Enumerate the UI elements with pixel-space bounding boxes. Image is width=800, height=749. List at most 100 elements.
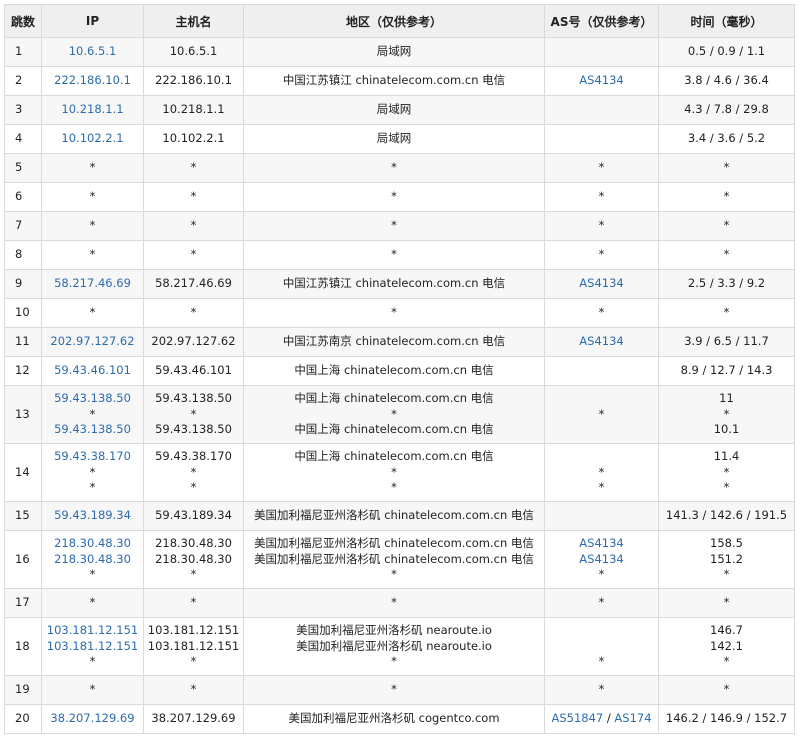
ip-cell: 202.97.127.62 — [41, 327, 144, 357]
region-text: * — [391, 247, 397, 262]
table-body: 1 10.6.5.1 10.6.5.1 局域网 0.5 / 0.9 / 1.1 2 222… — [4, 37, 795, 734]
hostname-text: * — [190, 406, 197, 421]
hop-number: 9 — [4, 269, 42, 299]
table-row: 3 10.218.1.1 10.218.1.1 局域网 4.3 / 7.8 / 29.… — [4, 95, 795, 125]
time-text: * — [723, 247, 730, 262]
region-text: 中国江苏南京 chinatelecom.com.cn 电信 — [282, 334, 506, 349]
asn-link[interactable]: AS174 — [614, 711, 651, 725]
table-row: 11 202.97.127.62 202.97.127.62 中国江苏南京 china… — [4, 327, 795, 357]
asn-text: * — [598, 218, 605, 233]
time-cell: 3.9 / 6.5 / 11.7 — [658, 327, 795, 357]
asn-line — [546, 639, 658, 655]
hostname-text: * — [190, 218, 197, 233]
ip-link[interactable]: 59.43.38.170 — [43, 449, 143, 465]
asn-cell: AS4134 — [544, 66, 659, 96]
ip-link[interactable]: 218.30.48.30 — [43, 536, 143, 552]
region-text: 中国上海 chinatelecom.com.cn 电信 — [294, 449, 494, 464]
time-text: * — [723, 406, 730, 421]
region-text: * — [391, 406, 397, 421]
ip-link[interactable]: 10.102.2.1 — [43, 131, 143, 147]
asn-cell — [544, 501, 659, 531]
hop-number: 8 — [4, 240, 42, 270]
ip-link[interactable]: 103.181.12.151 — [43, 639, 143, 655]
table-row: 18 103.181.12.151 103.181.12.151 * 103.181.1… — [4, 617, 795, 676]
hostname-cell: 59.43.38.170 * * — [143, 443, 244, 502]
asn-link[interactable]: AS4134 — [579, 276, 623, 290]
ip-link[interactable]: 202.97.127.62 — [43, 334, 143, 350]
ip-link[interactable]: 38.207.129.69 — [43, 711, 143, 727]
hostname-cell: * — [143, 182, 244, 212]
hostname-cell: 202.97.127.62 — [143, 327, 244, 357]
hostname-text: * — [190, 160, 197, 175]
region-cell: 中国江苏镇江 chinatelecom.com.cn 电信 — [243, 66, 545, 96]
time-cell: 11.4 * * — [658, 443, 795, 502]
ip-link[interactable]: 222.186.10.1 — [43, 73, 143, 89]
region-cell: 美国加利福尼亚州洛杉矶 chinatelecom.com.cn 电信 — [243, 501, 545, 531]
asn-line: * — [546, 682, 658, 698]
time-cell: 146.7 142.1 * — [658, 617, 795, 676]
time-text: 8.9 / 12.7 / 14.3 — [680, 363, 773, 378]
asn-line: * — [546, 189, 658, 205]
hostname-text: 38.207.129.69 — [151, 711, 236, 726]
time-text: * — [723, 480, 730, 495]
asn-link[interactable]: AS4134 — [579, 334, 623, 348]
ip-link[interactable]: 10.218.1.1 — [43, 102, 143, 118]
hostname-cell: * — [143, 240, 244, 270]
hop-number: 19 — [4, 675, 42, 705]
hostname-cell: * — [143, 153, 244, 183]
hostname-cell: * — [143, 588, 244, 618]
region-text: * — [391, 305, 397, 320]
ip-cell: * — [41, 153, 144, 183]
table-row: 5 * * * * * — [4, 153, 795, 183]
hostname-cell: * — [143, 211, 244, 241]
time-text: 11 — [719, 391, 734, 406]
time-text: * — [723, 595, 730, 610]
time-cell: * — [658, 211, 795, 241]
hostname-text: 218.30.48.30 — [155, 551, 232, 566]
asn-cell: * — [544, 153, 659, 183]
ip-link[interactable]: 59.43.189.34 — [43, 508, 143, 524]
hostname-cell: 59.43.138.50 * 59.43.138.50 — [143, 385, 244, 444]
time-text: 4.3 / 7.8 / 29.8 — [684, 102, 769, 117]
asn-line: AS4134 — [546, 536, 658, 552]
ip-text: * — [89, 595, 96, 610]
asn-cell: * — [544, 617, 659, 676]
time-text: * — [723, 218, 730, 233]
hostname-cell: 58.217.46.69 — [143, 269, 244, 299]
ip-text: * — [89, 464, 96, 479]
ip-link[interactable]: 59.43.138.50 — [43, 422, 143, 438]
hop-number: 5 — [4, 153, 42, 183]
ip-text: * — [89, 480, 96, 495]
ip-cell: 59.43.46.101 — [41, 356, 144, 386]
asn-line: AS4134 — [546, 334, 658, 350]
ip-link[interactable]: 59.43.46.101 — [43, 363, 143, 379]
asn-line — [546, 44, 658, 60]
region-text: 局域网 — [376, 102, 412, 117]
header-hostname: 主机名 — [143, 4, 244, 38]
region-text: * — [391, 567, 397, 582]
ip-text: * — [89, 567, 96, 582]
hostname-text: * — [190, 567, 197, 582]
asn-cell: AS51847 / AS174 — [544, 704, 659, 734]
asn-cell — [544, 95, 659, 125]
hop-number: 13 — [4, 385, 42, 444]
ip-link[interactable]: 59.43.138.50 — [43, 391, 143, 407]
ip-link[interactable]: 218.30.48.30 — [43, 552, 143, 568]
asn-link[interactable]: AS4134 — [579, 73, 623, 87]
region-text: 中国江苏镇江 chinatelecom.com.cn 电信 — [282, 73, 506, 88]
hostname-text: * — [190, 189, 197, 204]
ip-link[interactable]: 58.217.46.69 — [43, 276, 143, 292]
ip-text: * — [89, 247, 96, 262]
region-text: * — [391, 189, 397, 204]
asn-cell: * * — [544, 443, 659, 502]
asn-link[interactable]: AS4134 — [579, 552, 623, 566]
ip-link[interactable]: 10.6.5.1 — [43, 44, 143, 60]
asn-cell: * — [544, 385, 659, 444]
hostname-cell: * — [143, 675, 244, 705]
asn-link[interactable]: AS51847 — [551, 711, 603, 725]
asn-text: * — [598, 160, 605, 175]
ip-link[interactable]: 103.181.12.151 — [43, 623, 143, 639]
time-cell: 3.8 / 4.6 / 36.4 — [658, 66, 795, 96]
asn-line: * — [546, 567, 658, 583]
asn-link[interactable]: AS4134 — [579, 536, 623, 550]
